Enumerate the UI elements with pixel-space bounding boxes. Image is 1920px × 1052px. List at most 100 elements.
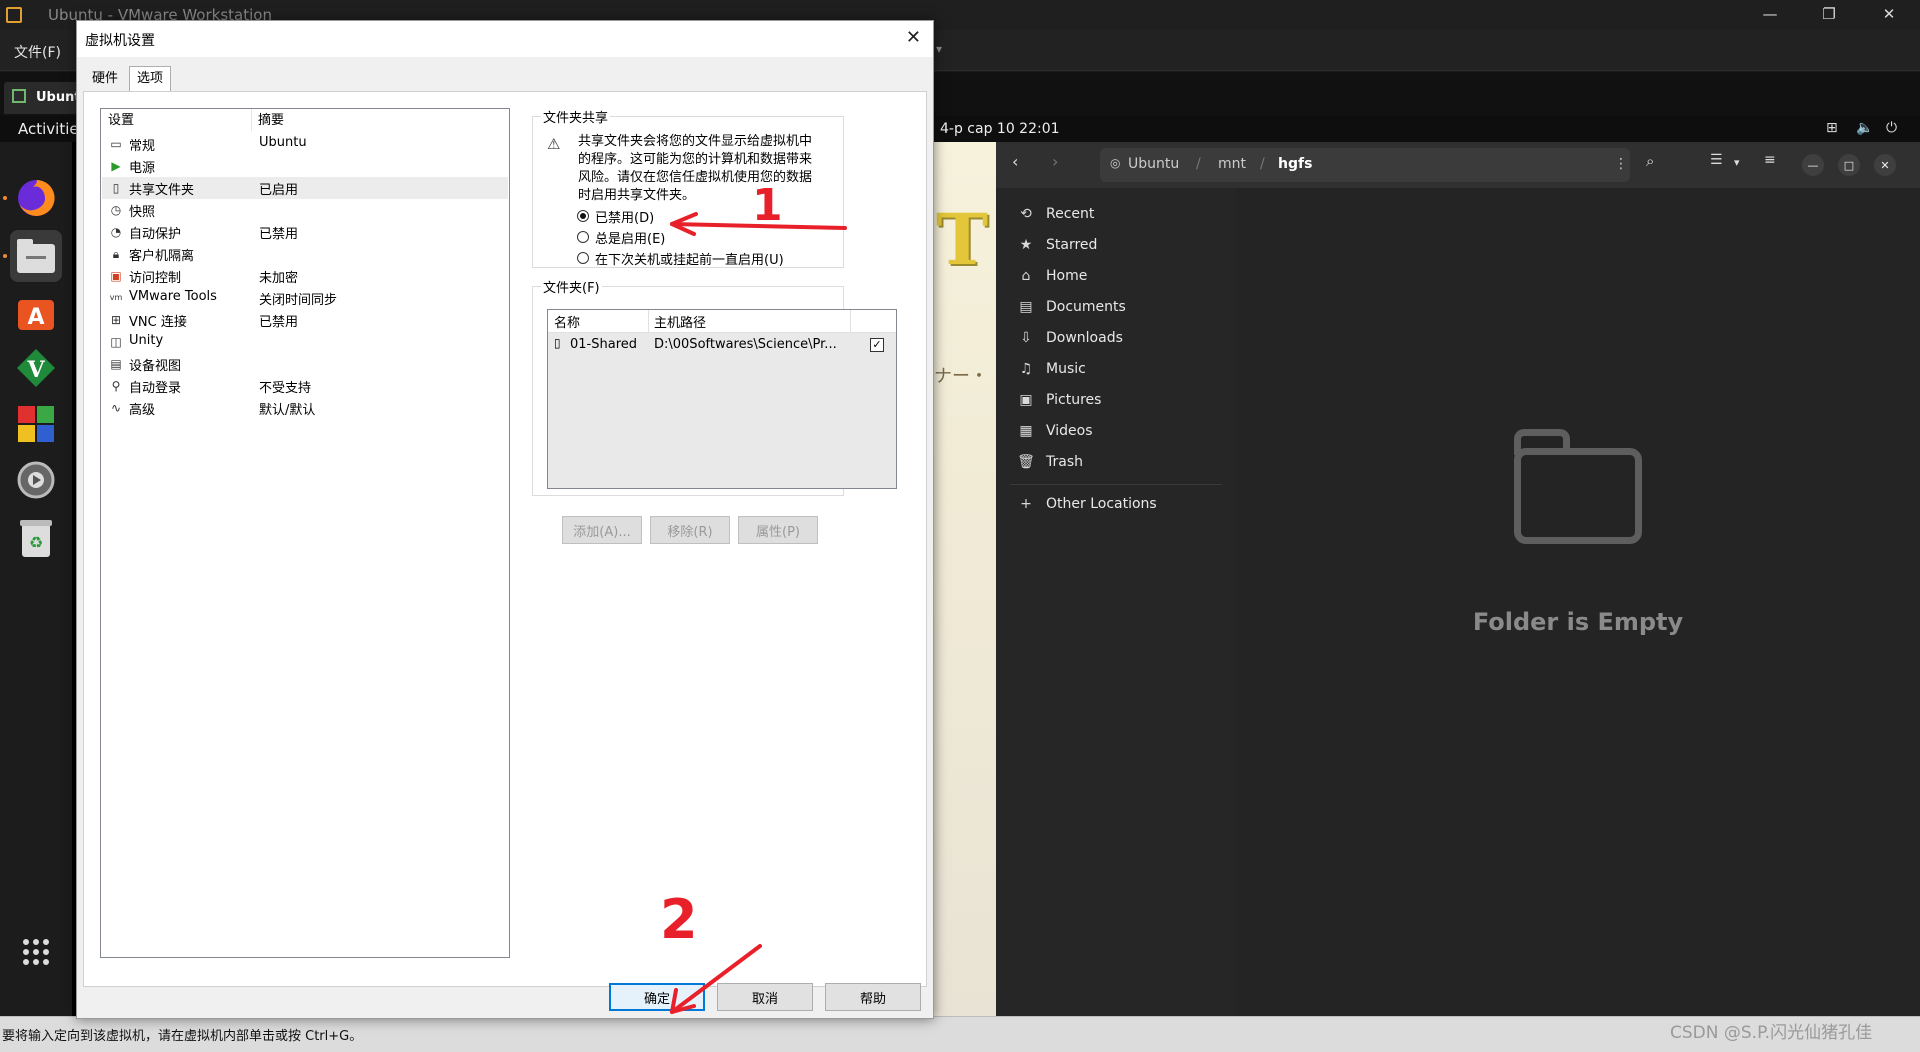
folder-name: 01-Shared [570,337,637,352]
column-header-summary[interactable]: 摘要 [258,111,284,131]
list-view-icon[interactable]: ☰ [1710,152,1723,168]
firefox-icon[interactable] [10,172,62,224]
setting-row-vnc[interactable]: ⊞ VNC 连接 已禁用 [102,309,508,331]
software-center-icon[interactable]: A [10,286,62,338]
colorful-app-icon[interactable] [10,398,62,450]
folder-sharing-title: 文件夹共享 [541,107,611,126]
path-segment-ubuntu[interactable]: Ubuntu [1128,156,1179,172]
tab-hardware[interactable]: 硬件 [85,67,125,91]
vm-tab-ubuntu[interactable]: Ubuntu [4,82,90,114]
setting-row-general[interactable]: ▭ 常规 Ubuntu [102,133,508,155]
dock: A V ♻ [0,142,72,1016]
video-icon: ▦ [1019,423,1033,439]
setting-row-vmware-tools[interactable]: vm VMware Tools 关闭时间同步 [102,287,508,309]
table-row[interactable]: ▯ 01-Shared D:\00Softwares\Science\Pr...… [548,334,896,356]
restore-icon[interactable]: ❐ [1814,5,1844,23]
sidebar-item-home[interactable]: ⌂ Home [1016,264,1088,288]
sidebar-item-recent[interactable]: ⟲ Recent [1016,202,1094,226]
setting-row-snapshot[interactable]: ◷ 快照 [102,199,508,221]
minimize-icon[interactable]: — [1802,154,1824,176]
setting-row-autoprotect[interactable]: ◔ 自动保护 已禁用 [102,221,508,243]
radio-always-enabled[interactable]: 总是启用(E) [577,228,665,247]
sidebar-item-pictures[interactable]: ▣ Pictures [1016,388,1101,412]
path-menu-icon[interactable]: ⋮ [1614,156,1628,172]
path-bar[interactable]: ◎ Ubuntu / mnt / hgfs ⋮ [1100,148,1630,182]
document-icon: ▤ [1019,299,1033,315]
radio-indicator [577,252,589,264]
trash-icon: 🗑 [1017,454,1035,470]
vim-icon[interactable]: V [10,342,62,394]
setting-row-isolation[interactable]: 🔒︎ 客户机隔离 [102,243,508,265]
svg-text:V: V [26,357,45,383]
close-window-icon[interactable]: ✕ [1874,5,1904,23]
minimize-icon[interactable]: — [1755,5,1785,23]
svg-text:♻: ♻ [29,533,43,552]
setting-row-shared-folders[interactable]: ▯ 共享文件夹 已启用 [102,177,508,199]
files-icon[interactable] [10,230,62,282]
svg-text:A: A [27,305,44,330]
path-segment-hgfs[interactable]: hgfs [1278,156,1312,172]
sidebar-separator [1010,484,1222,485]
power-menu-icon[interactable]: ⏻ [1886,120,1897,136]
table-header: 名称 主机路径 [548,310,896,333]
home-icon: ⌂ [1021,268,1031,284]
files-content[interactable]: Folder is Empty [1236,188,1920,1016]
sidebar-item-other-locations[interactable]: + Other Locations [1016,492,1157,516]
menu-file[interactable]: 文件(F) [14,42,61,62]
status-text: 要将输入定向到该虚拟机，请在虚拟机内部单击或按 Ctrl+G。 [2,1029,363,1044]
wallpaper-text: ナー・ [934,366,988,387]
sidebar-item-downloads[interactable]: ⇩ Downloads [1016,326,1123,350]
sidebar-item-starred[interactable]: ★ Starred [1016,233,1098,257]
network-icon[interactable]: ⊞ [1826,120,1838,136]
radio-enabled-until-poweroff[interactable]: 在下次关机或挂起前一直启用(U) [577,249,784,268]
view-options-icon[interactable]: ▾ [1734,156,1740,169]
column-header-setting[interactable]: 设置 [108,111,134,131]
search-icon[interactable]: ⌕ [1646,152,1654,170]
maximize-icon[interactable]: □ [1838,154,1860,176]
hamburger-menu-icon[interactable]: ≡ [1764,152,1776,168]
autoprotect-icon: ◔ [110,225,122,239]
setting-row-autologin[interactable]: ⚲ 自动登录 不受支持 [102,375,508,397]
advanced-icon: ∿ [110,401,122,415]
forward-icon[interactable]: › [1052,152,1058,171]
sidebar-item-trash[interactable]: 🗑 Trash [1016,450,1083,474]
setting-row-advanced[interactable]: ∿ 高级 默认/默认 [102,397,508,419]
setting-row-device-view[interactable]: ▤ 设备视图 [102,353,508,375]
tab-options[interactable]: 选项 [129,66,172,93]
close-icon[interactable]: ✕ [906,27,921,48]
shared-folders-icon: ▯ [112,181,120,195]
clock[interactable]: 4-p cap 10 22:01 [940,121,1060,137]
column-header-host-path[interactable]: 主机路径 [654,312,706,331]
vmware-statusbar: 要将输入定向到该虚拟机，请在虚拟机内部单击或按 Ctrl+G。 [0,1016,1920,1052]
folder-enabled-checkbox[interactable]: ✓ [870,338,884,352]
close-icon[interactable]: ✕ [1874,154,1896,176]
path-segment-mnt[interactable]: mnt [1218,156,1246,172]
sidebar-item-music[interactable]: ♫ Music [1016,357,1086,381]
radio-indicator [577,231,589,243]
sidebar-item-videos[interactable]: ▦ Videos [1016,419,1092,443]
setting-row-power[interactable]: ▶ 电源 [102,155,508,177]
trash-icon[interactable]: ♻ [10,512,62,564]
properties-button[interactable]: 属性(P) [738,516,818,544]
setting-row-access-control[interactable]: ▣ 访问控制 未加密 [102,265,508,287]
help-button[interactable]: 帮助 [825,983,921,1011]
column-header-name[interactable]: 名称 [554,312,580,331]
app-grid-icon[interactable] [10,926,62,978]
settings-icon[interactable] [10,454,62,506]
ok-button[interactable]: 确定 [609,983,705,1011]
files-window: ‹ › ◎ Ubuntu / mnt / hgfs ⋮ ⌕ ☰ ▾ ≡ — □ … [996,142,1920,1016]
files-headerbar: ‹ › ◎ Ubuntu / mnt / hgfs ⋮ ⌕ ☰ ▾ ≡ — □ … [996,142,1920,188]
toolbar-dropdown-icon[interactable]: ▾ [936,42,942,56]
column-divider [850,310,851,332]
radio-disabled[interactable]: 已禁用(D) [577,207,654,226]
access-control-icon: ▣ [110,269,122,283]
back-icon[interactable]: ‹ [1012,152,1018,171]
sharing-warning: 共享文件夹会将您的文件显示给虚拟机中 的程序。这可能为您的计算机和数据带来 风险… [578,134,813,203]
cancel-button[interactable]: 取消 [717,983,813,1011]
sidebar-item-documents[interactable]: ▤ Documents [1016,295,1125,319]
remove-button[interactable]: 移除(R) [650,516,730,544]
folders-group: 文件夹(F) 名称 主机路径 ▯ 01-Shared D:\00Software… [532,277,897,496]
setting-row-unity[interactable]: ◫ Unity [102,331,508,353]
add-button[interactable]: 添加(A)... [562,516,642,544]
volume-icon[interactable]: 🔈 [1856,120,1873,136]
